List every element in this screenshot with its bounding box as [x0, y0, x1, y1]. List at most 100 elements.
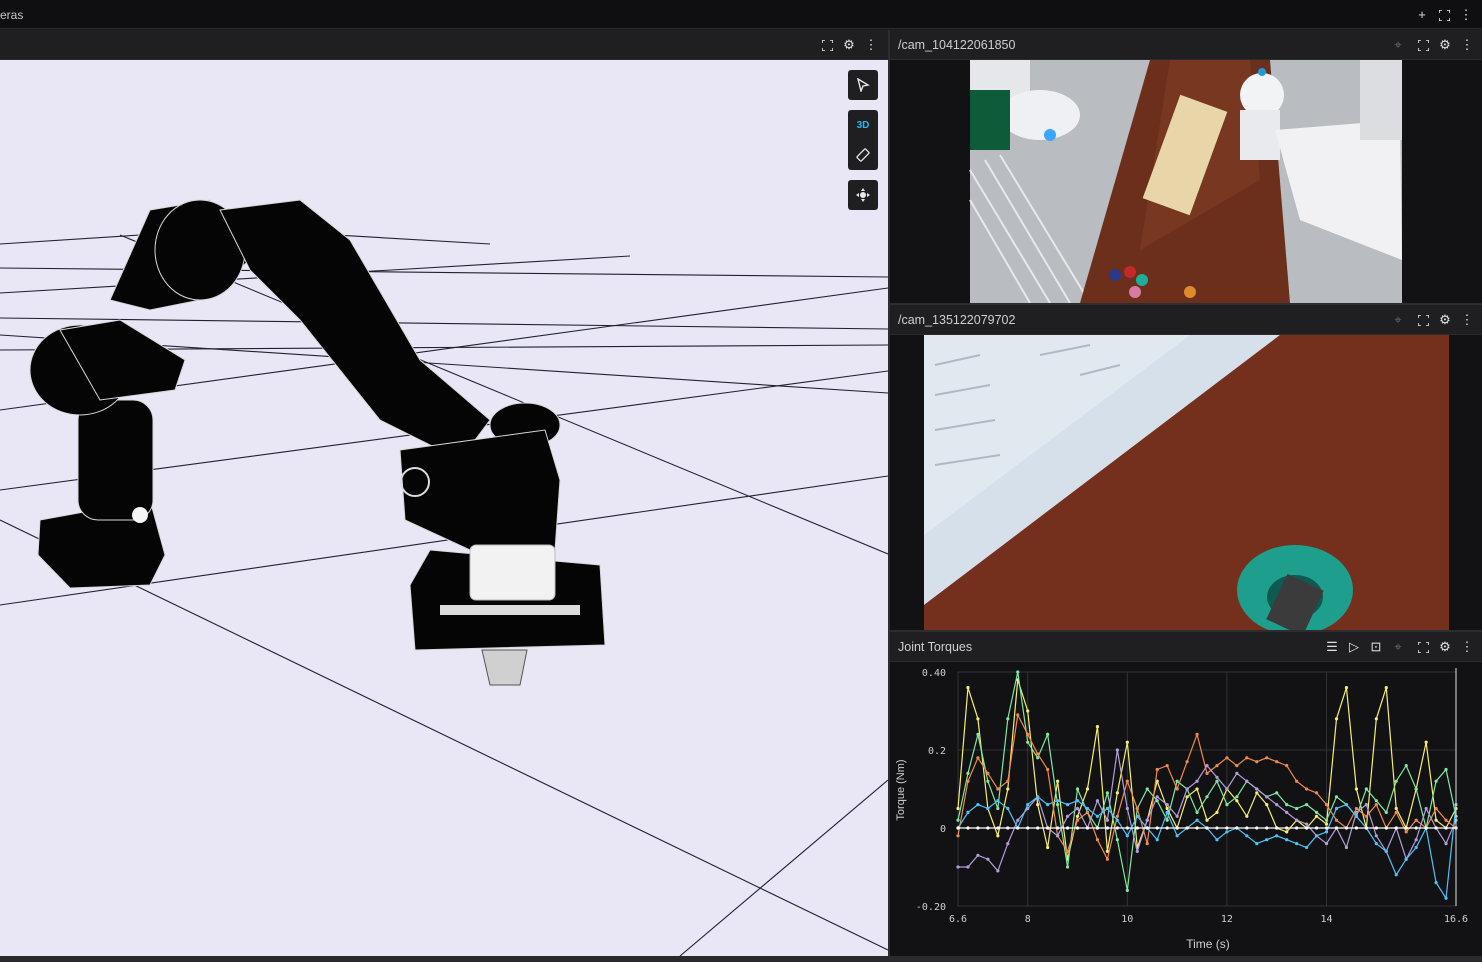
data-point: [966, 779, 970, 783]
plus-icon[interactable]: +: [1414, 7, 1430, 23]
data-point: [1195, 779, 1199, 783]
settings-gear-icon[interactable]: ⚙: [841, 37, 857, 53]
y-tick-label: 0: [940, 824, 946, 835]
data-point: [1036, 795, 1040, 799]
data-point: [1424, 806, 1428, 811]
data-point: [1155, 826, 1159, 830]
data-point: [1255, 791, 1259, 795]
more-vert-icon[interactable]: ⋮: [1459, 312, 1475, 328]
data-point: [1434, 881, 1438, 885]
data-point: [1155, 795, 1159, 799]
data-point: [1085, 810, 1090, 814]
more-vert-icon[interactable]: ⋮: [863, 37, 879, 53]
data-point: [1145, 826, 1149, 830]
data-point: [1305, 826, 1309, 830]
data-point: [1016, 670, 1020, 674]
data-point: [1165, 810, 1169, 814]
orbit-tool-group: [848, 180, 878, 210]
data-point: [1175, 814, 1179, 818]
data-point: [1434, 779, 1438, 783]
zoom-fit-icon[interactable]: ⊡: [1368, 639, 1384, 655]
ruler-icon[interactable]: [848, 140, 878, 170]
data-point: [1285, 810, 1289, 814]
data-point: [1444, 826, 1448, 830]
fullscreen-icon[interactable]: [1415, 37, 1431, 53]
data-point: [956, 818, 960, 822]
orbit-icon[interactable]: [848, 180, 878, 210]
crosshair-icon[interactable]: ⌖: [1390, 639, 1406, 655]
crosshair-icon[interactable]: ⌖: [1390, 312, 1406, 328]
data-point: [1275, 791, 1279, 795]
data-point: [1324, 822, 1329, 826]
data-point: [1275, 803, 1279, 807]
data-point: [996, 806, 1000, 811]
legend-list-icon[interactable]: ☰: [1324, 639, 1340, 655]
data-point: [1056, 826, 1060, 830]
fullscreen-icon[interactable]: [1436, 7, 1452, 23]
data-point: [1165, 806, 1169, 811]
data-point: [1444, 842, 1448, 846]
data-point: [1115, 791, 1119, 795]
bottom-bar: [0, 956, 1482, 962]
3d-mode-button[interactable]: 3D: [848, 110, 878, 140]
crosshair-icon[interactable]: ⌖: [1390, 37, 1406, 53]
data-point: [1135, 826, 1139, 830]
data-point: [976, 732, 980, 736]
data-point: [1404, 764, 1408, 768]
data-point: [1225, 787, 1229, 791]
play-icon[interactable]: ▷: [1346, 639, 1362, 655]
settings-gear-icon[interactable]: ⚙: [1437, 312, 1453, 328]
data-point: [1434, 818, 1438, 822]
data-point: [1185, 795, 1189, 799]
fullscreen-icon[interactable]: [1415, 312, 1431, 328]
data-point: [1165, 764, 1169, 768]
data-point: [1056, 799, 1060, 803]
data-point: [1095, 814, 1100, 818]
cursor-icon[interactable]: [848, 70, 878, 100]
data-point: [1175, 834, 1179, 838]
data-point: [956, 826, 960, 830]
settings-gear-icon[interactable]: ⚙: [1437, 639, 1453, 655]
3d-viewport[interactable]: 3D: [0, 60, 888, 956]
data-point: [1384, 826, 1388, 830]
data-point: [1115, 838, 1119, 842]
data-point: [976, 756, 980, 760]
data-point: [1185, 787, 1189, 791]
plot-frame: [957, 671, 1457, 907]
data-point: [1255, 826, 1259, 830]
data-point: [1125, 779, 1129, 783]
data-point: [1314, 810, 1319, 814]
fullscreen-icon[interactable]: [1415, 639, 1431, 655]
x-tick-label: 10: [1121, 914, 1133, 925]
data-point: [1285, 838, 1289, 842]
data-point: [956, 806, 960, 811]
data-point: [1075, 806, 1080, 811]
more-vert-icon[interactable]: ⋮: [1458, 7, 1474, 23]
joint-torques-plot[interactable]: 6.6 8 10 12 14 16.6 0.40 0.2 0 -0.20 Torque (Nm) …: [890, 662, 1482, 956]
data-point: [1404, 857, 1408, 861]
fullscreen-icon[interactable]: [819, 37, 835, 53]
data-point: [1046, 732, 1050, 736]
data-point: [1205, 826, 1209, 830]
settings-gear-icon[interactable]: ⚙: [1437, 37, 1453, 53]
data-point: [1115, 818, 1119, 822]
data-point: [966, 826, 970, 830]
data-point: [1135, 849, 1139, 853]
data-point: [1275, 834, 1279, 838]
more-vert-icon[interactable]: ⋮: [1459, 37, 1475, 53]
data-point: [1444, 896, 1448, 900]
data-point: [1065, 803, 1070, 807]
data-point: [1046, 845, 1050, 850]
data-point: [1095, 826, 1100, 830]
data-point: [1334, 806, 1339, 811]
data-point: [1195, 787, 1199, 791]
data-point: [1434, 826, 1438, 830]
data-point: [1305, 845, 1309, 850]
data-point: [1175, 787, 1179, 791]
data-point: [1006, 787, 1010, 791]
data-point: [1374, 834, 1378, 838]
more-vert-icon[interactable]: ⋮: [1459, 639, 1475, 655]
data-point: [1225, 803, 1229, 807]
data-point: [1404, 826, 1408, 830]
data-point: [1354, 787, 1358, 791]
